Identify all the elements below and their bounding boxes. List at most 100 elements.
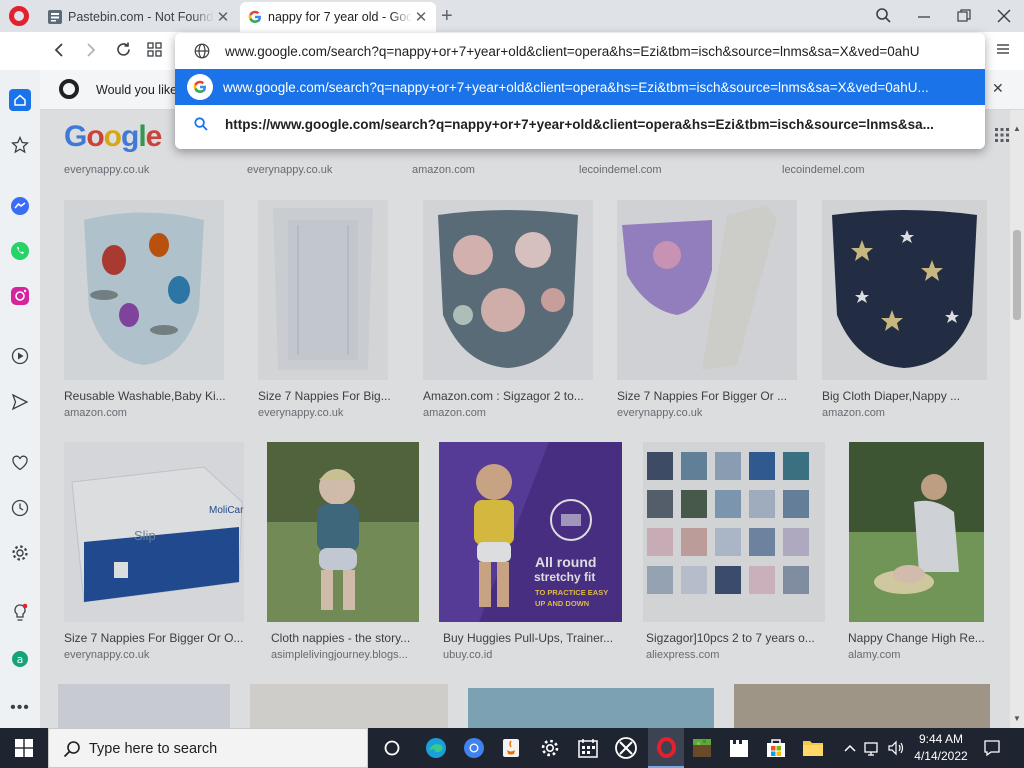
sidebar-send-button[interactable] [9,391,31,413]
omnibox-suggestion-selected[interactable]: www.google.com/search?q=nappy+or+7+year+… [175,69,985,105]
infobar-close-icon[interactable]: ✕ [992,80,1004,97]
image-result-thumbnail[interactable] [617,200,797,380]
sidebar-aria-button[interactable]: a [9,648,31,670]
minecraft-icon[interactable] [690,736,714,760]
image-result-thumbnail[interactable] [64,200,224,380]
close-window-icon[interactable] [996,8,1012,24]
result-source[interactable]: everynappy.co.uk [64,649,149,661]
image-result-thumbnail[interactable]: All round stretchy fit TO PRACTICE EASY … [439,442,622,622]
tab-close-icon[interactable]: ✕ [412,8,430,26]
image-result-thumbnail[interactable] [849,442,984,622]
sidebar-player-button[interactable] [9,345,31,367]
image-result-thumbnail[interactable]: MoliCare Slip [64,442,244,622]
google-logo[interactable]: Google [64,120,162,154]
image-result-thumbnail[interactable] [822,200,987,380]
image-result-thumbnail[interactable] [643,442,825,622]
sidebar-whatsapp-button[interactable] [9,240,31,262]
opera-taskbar-icon [657,737,676,758]
sidebar-tips-button[interactable] [9,602,31,624]
tab-google-search[interactable]: nappy for 7 year old - Google Search ✕ [240,2,436,32]
scrollbar-thumb[interactable] [1013,230,1021,320]
volume-icon[interactable] [884,736,908,760]
menu-lines-icon[interactable] [996,43,1010,55]
messenger-icon [11,197,29,215]
image-result-thumbnail[interactable] [468,688,714,728]
result-source[interactable]: lecoindemel.com [579,164,662,176]
image-result-thumbnail[interactable] [250,684,448,728]
new-tab-button[interactable]: + [441,5,453,28]
tab-pastebin[interactable]: Pastebin.com - Not Found ✕ [40,2,238,32]
result-source[interactable]: lecoindemel.com [782,164,865,176]
taskbar-time[interactable]: 9:44 AM [915,732,967,746]
chrome-icon[interactable] [462,736,486,760]
minimize-icon[interactable] [916,9,932,23]
result-caption[interactable]: Amazon.com : Sigzagor 2 to... [423,389,584,403]
calendar-icon[interactable] [576,736,600,760]
tab-grid-icon[interactable] [147,42,162,57]
sidebar-settings-button[interactable] [9,542,31,564]
image-result-thumbnail[interactable] [423,200,593,380]
result-source[interactable]: amazon.com [64,407,127,419]
result-source[interactable]: everynappy.co.uk [64,164,149,176]
sidebar-instagram-button[interactable] [9,285,31,307]
result-source[interactable]: everynappy.co.uk [247,164,332,176]
scroll-down-arrow-icon[interactable]: ▼ [1013,714,1021,723]
image-result-thumbnail[interactable] [58,684,230,728]
result-caption[interactable]: Cloth nappies - the story... [271,631,410,645]
result-source[interactable]: amazon.com [822,407,885,419]
opera-logo-icon[interactable] [9,6,29,26]
result-caption[interactable]: Sigzagor]10pcs 2 to 7 years o... [646,631,815,645]
taskbar-date[interactable]: 4/14/2022 [910,749,972,763]
result-source[interactable]: everynappy.co.uk [258,407,343,419]
sidebar-messenger-button[interactable] [9,195,31,217]
microsoft-store-icon[interactable] [764,736,788,760]
result-caption[interactable]: Nappy Change High Re... [848,631,985,645]
edge-browser-icon[interactable] [424,736,448,760]
reload-icon[interactable] [115,41,132,58]
apps-grid-icon[interactable] [995,128,1009,142]
page-scrollbar[interactable]: ▲ ▼ [1010,110,1024,728]
video-editor-icon[interactable] [727,736,751,760]
result-caption[interactable]: Reusable Washable,Baby Ki... [64,389,226,403]
sidebar-speed-dial-button[interactable] [9,134,31,156]
image-result-thumbnail[interactable] [267,442,419,622]
windows-start-icon[interactable] [12,736,36,760]
result-caption[interactable]: Size 7 Nappies For Big... [258,389,391,403]
sidebar-home-button[interactable] [9,89,31,111]
result-source[interactable]: asimplelivingjourney.blogs... [271,649,408,661]
result-source[interactable]: amazon.com [412,164,475,176]
restore-icon[interactable] [956,8,972,24]
result-caption[interactable]: Buy Huggies Pull-Ups, Trainer... [443,631,613,645]
back-icon[interactable] [52,42,66,58]
scroll-up-arrow-icon[interactable]: ▲ [1013,124,1021,133]
result-caption[interactable]: Size 7 Nappies For Bigger Or ... [617,389,787,403]
omnibox-suggestion[interactable]: https://www.google.com/search?q=nappy+or… [175,105,985,143]
result-caption[interactable]: Size 7 Nappies For Bigger Or O... [64,631,243,645]
xbox-icon[interactable] [614,736,638,760]
taskbar-search-box[interactable]: Type here to search [48,728,368,768]
task-view-icon[interactable] [380,736,404,760]
image-result-thumbnail[interactable] [258,200,388,380]
sidebar-bookmarks-button[interactable] [9,452,31,474]
file-explorer-icon[interactable] [801,736,825,760]
forward-icon[interactable] [84,42,98,58]
notifications-icon[interactable] [980,736,1004,760]
image-result-thumbnail[interactable] [734,684,990,728]
sidebar-more-button[interactable]: ••• [9,697,31,719]
result-source[interactable]: ubuy.co.id [443,649,492,661]
result-caption[interactable]: Big Cloth Diaper,Nappy ... [822,389,960,403]
show-hidden-icons-chevron-icon[interactable] [838,736,862,760]
result-source[interactable]: alamy.com [848,649,900,661]
search-tabs-icon[interactable] [875,7,892,24]
opera-taskbar-button[interactable] [648,728,684,768]
settings-gear-icon[interactable] [538,736,562,760]
java-icon[interactable] [499,736,523,760]
result-source[interactable]: aliexpress.com [646,649,719,661]
result-source[interactable]: amazon.com [423,407,486,419]
result-source[interactable]: everynappy.co.uk [617,407,702,419]
address-bar[interactable]: www.google.com/search?q=nappy+or+7+year+… [175,33,985,69]
url-input[interactable]: www.google.com/search?q=nappy+or+7+year+… [225,44,920,59]
network-icon[interactable] [860,736,884,760]
tab-close-icon[interactable]: ✕ [214,8,232,26]
sidebar-history-button[interactable] [9,497,31,519]
